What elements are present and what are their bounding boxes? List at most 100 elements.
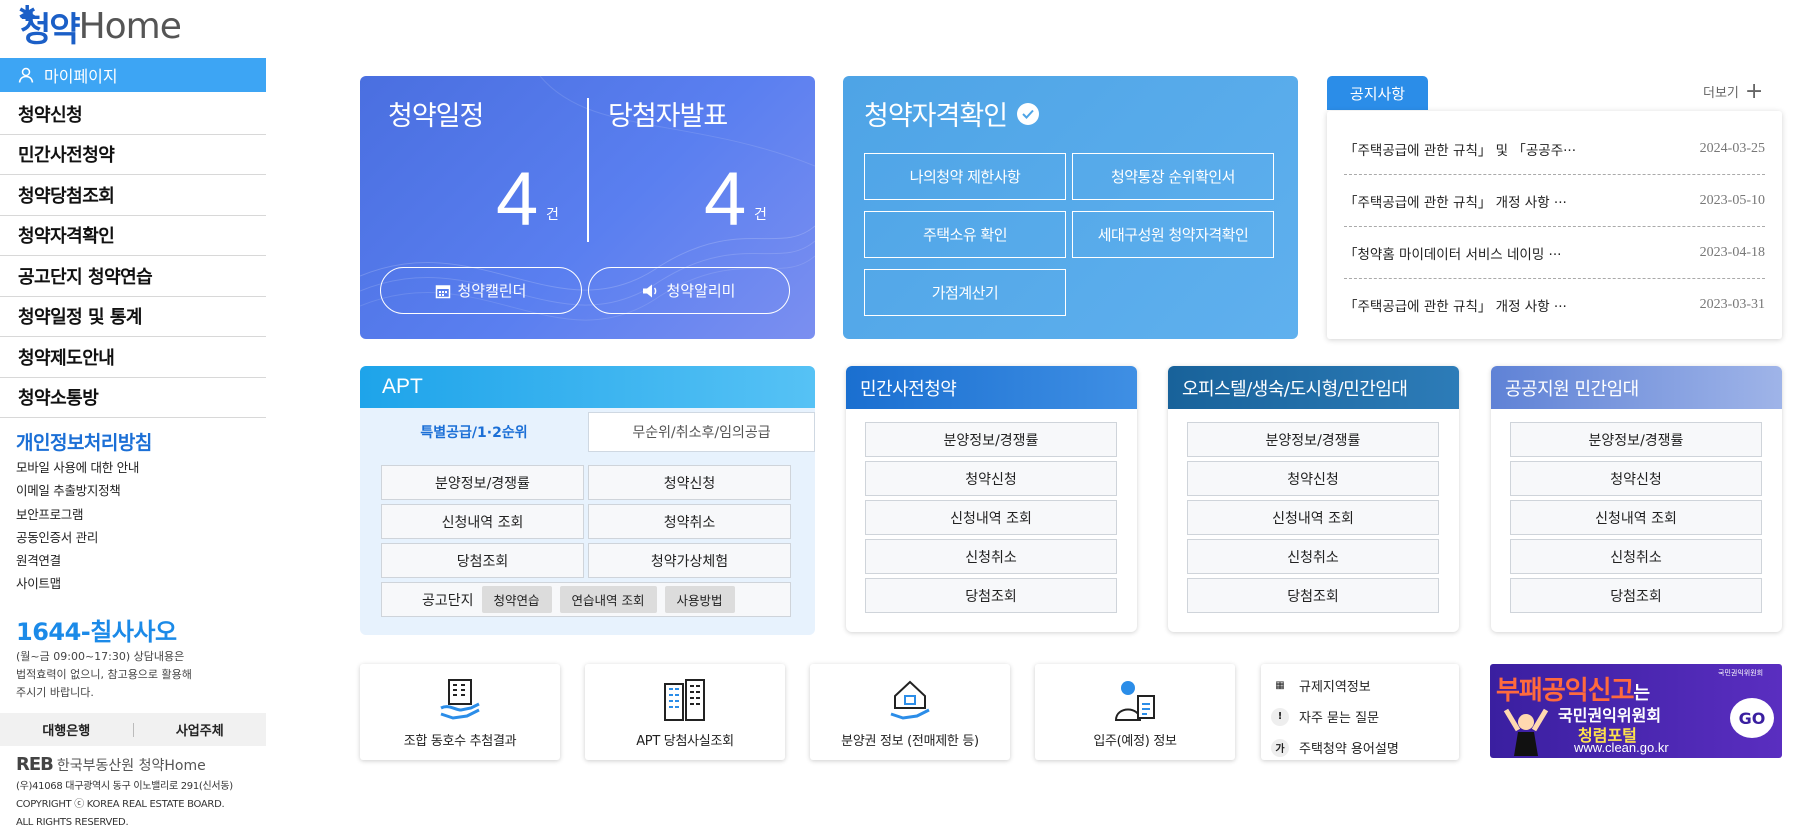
link-remote[interactable]: 원격연결 bbox=[16, 549, 139, 572]
mypage-label: 마이페이지 bbox=[44, 67, 118, 86]
mypage-button[interactable]: 마이페이지 bbox=[0, 58, 266, 92]
panel-button[interactable]: 분양정보/경쟁률 bbox=[865, 422, 1117, 457]
schedule-title[interactable]: 청약일정 bbox=[388, 94, 484, 133]
schedule-count[interactable]: 4 bbox=[496, 156, 538, 243]
rights-line: ALL RIGHTS RESERVED. bbox=[16, 817, 129, 828]
apt-sale-info-button[interactable]: 분양정보/경쟁률 bbox=[381, 465, 584, 500]
practice-howto-chip[interactable]: 사용방법 bbox=[664, 586, 735, 613]
bank-link[interactable]: 대행은행 bbox=[0, 720, 133, 739]
anti-corruption-banner[interactable]: 부패공익신고는 국민권익위원회 국민권익위원회 청렴포털 www.clean.g… bbox=[1490, 664, 1782, 758]
winner-count[interactable]: 4 bbox=[704, 156, 746, 243]
site-logo[interactable]: ✱ 청약 Home bbox=[18, 2, 182, 50]
quick-label: 입주(예정) 정보 bbox=[1093, 734, 1177, 749]
panel-button[interactable]: 청약신청 bbox=[865, 461, 1117, 496]
link-cert-management[interactable]: 공동인증서 관리 bbox=[16, 526, 139, 549]
alarm-button[interactable]: 청약알리미 bbox=[588, 267, 790, 314]
nav-item-schedule-stats[interactable]: 청약일정 및 통계 bbox=[0, 297, 266, 337]
winner-unit: 건 bbox=[754, 207, 767, 223]
panel-button[interactable]: 신청내역 조회 bbox=[865, 500, 1117, 535]
notice-title: 「주택공급에 관한 규칙」 및 「공공주··· bbox=[1344, 142, 1576, 159]
mini-label: 규제지역정보 bbox=[1299, 680, 1371, 695]
panel-button[interactable]: 신청취소 bbox=[1510, 539, 1762, 574]
calendar-button[interactable]: 청약캘린더 bbox=[380, 267, 582, 314]
notice-item[interactable]: 「청약홈 마이데이터 서비스 네이밍 ··· 2023-04-18 bbox=[1344, 227, 1765, 279]
apt-winner-button[interactable]: 당첨조회 bbox=[381, 543, 584, 578]
panel-button[interactable]: 신청내역 조회 bbox=[1187, 500, 1439, 535]
practice-history-chip[interactable]: 연습내역 조회 bbox=[559, 586, 657, 613]
panel-button[interactable]: 당첨조회 bbox=[865, 578, 1117, 613]
nav-item-winner-check[interactable]: 청약당첨조회 bbox=[0, 175, 266, 216]
household-qualification-button[interactable]: 세대구성원 청약자격확인 bbox=[1072, 211, 1274, 258]
panel-button[interactable]: 신청내역 조회 bbox=[1510, 500, 1762, 535]
nav-item-community[interactable]: 청약소통방 bbox=[0, 378, 266, 418]
apartment-icon bbox=[664, 679, 705, 721]
union-lottery-card[interactable]: 조합 동호수 추첨결과 bbox=[360, 664, 560, 760]
notice-item[interactable]: 「주택공급에 관한 규칙」 개정 사항 ··· 2023-03-31 bbox=[1344, 279, 1765, 331]
go-button[interactable]: GO bbox=[1730, 698, 1774, 738]
speaker-icon bbox=[643, 284, 657, 297]
bank-bar: 대행은행 사업주체 bbox=[0, 713, 266, 746]
support-note: (월~금 09:00~17:30) 상담내용은 법적효력이 없으니, 참고용으로… bbox=[16, 648, 216, 702]
support-note-line: 법적효력이 없으니, 참고용으로 활용해 bbox=[16, 668, 192, 681]
panel-button[interactable]: 신청취소 bbox=[1187, 539, 1439, 574]
banner-url: www.clean.go.kr bbox=[1574, 740, 1669, 755]
notice-tab[interactable]: 공지사항 bbox=[1327, 76, 1428, 110]
privacy-policy-link[interactable]: 개인정보처리방침 bbox=[16, 428, 152, 455]
nav-item-private-pre[interactable]: 민간사전청약 bbox=[0, 135, 266, 175]
notice-date: 2023-05-10 bbox=[1699, 192, 1765, 208]
link-security-program[interactable]: 보안프로그램 bbox=[16, 503, 139, 526]
apt-apply-button[interactable]: 청약신청 bbox=[588, 465, 791, 500]
apt-winner-fact-card[interactable]: APT 당첨사실조회 bbox=[585, 664, 785, 760]
support-phone: 1644-칠사사오 bbox=[16, 618, 177, 646]
notice-title: 「주택공급에 관한 규칙」 개정 사항 ··· bbox=[1344, 299, 1567, 315]
apt-header: APT bbox=[360, 366, 815, 408]
my-restriction-button[interactable]: 나의청약 제한사항 bbox=[864, 153, 1066, 200]
winner-announce-title[interactable]: 당첨자발표 bbox=[608, 94, 728, 133]
panel-button[interactable]: 당첨조회 bbox=[1187, 578, 1439, 613]
more-link[interactable]: 더보기 + bbox=[1703, 80, 1763, 102]
nav-item-practice[interactable]: 공고단지 청약연습 bbox=[0, 256, 266, 297]
panel-button[interactable]: 청약신청 bbox=[1187, 461, 1439, 496]
link-sitemap[interactable]: 사이트맵 bbox=[16, 572, 139, 595]
mini-links: ▦ 규제지역정보 ! 자주 묻는 질문 가 주택청약 용어설명 bbox=[1261, 664, 1459, 760]
account-rank-button[interactable]: 청약통장 순위확인서 bbox=[1072, 153, 1274, 200]
schedule-unit: 건 bbox=[546, 207, 559, 223]
panel-button[interactable]: 당첨조회 bbox=[1510, 578, 1762, 613]
calendar-label: 청약캘린더 bbox=[457, 282, 527, 300]
mini-label: 주택청약 용어설명 bbox=[1299, 742, 1399, 757]
notice-item[interactable]: 「주택공급에 관한 규칙」 및 「공공주··· 2024-03-25 bbox=[1344, 123, 1765, 175]
tab-unranked-supply[interactable]: 무순위/취소후/임의공급 bbox=[588, 412, 815, 452]
tab-special-supply[interactable]: 특별공급/1·2순위 bbox=[360, 412, 588, 452]
notice-date: 2023-04-18 bbox=[1699, 244, 1765, 260]
presale-rights-card[interactable]: 분양권 정보 (전매제한 등) bbox=[810, 664, 1010, 760]
link-mobile-guide[interactable]: 모바일 사용에 대한 안내 bbox=[16, 456, 139, 479]
mini-label: 자주 묻는 질문 bbox=[1299, 711, 1380, 726]
move-in-card[interactable]: 입주(예정) 정보 bbox=[1035, 664, 1235, 760]
panel-button[interactable]: 청약신청 bbox=[1510, 461, 1762, 496]
panel-button[interactable]: 신청취소 bbox=[865, 539, 1117, 574]
house-ownership-button[interactable]: 주택소유 확인 bbox=[864, 211, 1066, 258]
faq-link[interactable]: ! 자주 묻는 질문 bbox=[1271, 701, 1459, 732]
nav-item-apply[interactable]: 청약신청 bbox=[0, 94, 266, 135]
link-email-policy[interactable]: 이메일 추출방지정책 bbox=[16, 479, 139, 502]
nav-item-system-guide[interactable]: 청약제도안내 bbox=[0, 337, 266, 378]
building-hand-icon bbox=[440, 679, 480, 720]
business-link[interactable]: 사업주체 bbox=[134, 720, 267, 739]
practice-chip[interactable]: 청약연습 bbox=[481, 586, 552, 613]
glossary-link[interactable]: 가 주택청약 용어설명 bbox=[1271, 732, 1459, 763]
support-note-line: (월~금 09:00~17:30) 상담내용은 bbox=[16, 650, 185, 663]
apt-cancel-button[interactable]: 청약취소 bbox=[588, 504, 791, 539]
apt-panel: APT 특별공급/1·2순위 무순위/취소후/임의공급 분양정보/경쟁률 청약신… bbox=[360, 366, 815, 635]
regulated-area-link[interactable]: ▦ 규제지역정보 bbox=[1271, 670, 1459, 701]
qualification-title[interactable]: 청약자격확인 bbox=[864, 94, 1040, 133]
nav-item-qualification[interactable]: 청약자격확인 bbox=[0, 216, 266, 256]
notice-item[interactable]: 「주택공급에 관한 규칙」 개정 사항 ··· 2023-05-10 bbox=[1344, 175, 1765, 227]
qualification-card: 청약자격확인 나의청약 제한사항 청약통장 순위확인서 주택소유 확인 세대구성… bbox=[843, 76, 1298, 339]
apt-virtual-button[interactable]: 청약가상체험 bbox=[588, 543, 791, 578]
panel-button[interactable]: 분양정보/경쟁률 bbox=[1187, 422, 1439, 457]
calendar-icon bbox=[436, 284, 451, 298]
score-calculator-button[interactable]: 가점계산기 bbox=[864, 269, 1066, 316]
panel-button[interactable]: 분양정보/경쟁률 bbox=[1510, 422, 1762, 457]
apt-history-button[interactable]: 신청내역 조회 bbox=[381, 504, 584, 539]
schedule-card: 청약일정 당첨자발표 4 건 4 건 청약캘린더 청약알리미 bbox=[360, 76, 815, 339]
